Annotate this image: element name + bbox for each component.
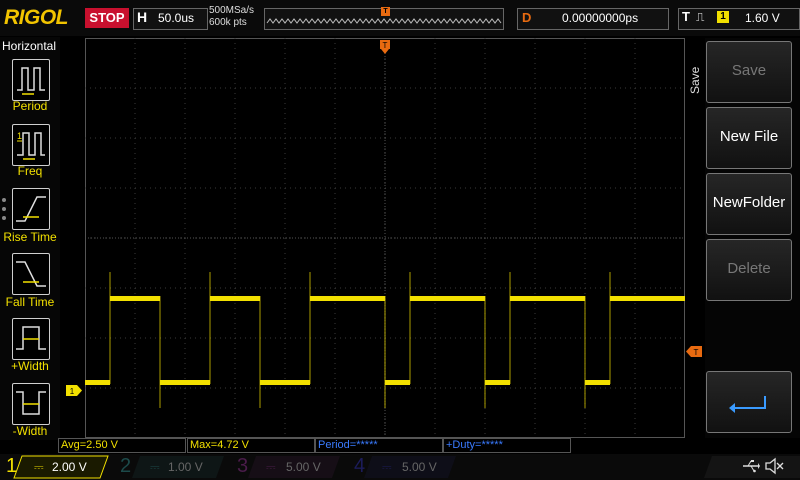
frequency-button[interactable]: 1: [12, 124, 50, 166]
negative-width-button[interactable]: [12, 383, 50, 425]
channel1-scale[interactable]: 2.00 V: [52, 460, 87, 474]
max-measurement-text: Max=4.72 V: [190, 439, 250, 451]
waveform-display[interactable]: [85, 38, 685, 438]
rising-edge-icon: ⎍: [696, 10, 705, 24]
channel1-offset-icon[interactable]: 1: [66, 383, 82, 396]
trigger-level-icon[interactable]: T: [686, 344, 702, 357]
channel2-scale[interactable]: 1.00 V: [168, 460, 203, 474]
period-measurement-text: Period=*****: [318, 439, 378, 451]
channel2-coupling-icon: ⎓: [150, 460, 160, 474]
save-softkey-label: Save: [731, 62, 767, 79]
return-softkey[interactable]: [706, 371, 792, 433]
delay-label: D: [522, 10, 532, 25]
avg-measurement-text: Avg=2.50 V: [61, 439, 118, 451]
save-softkey[interactable]: Save: [706, 41, 792, 103]
page-dot-icon: [2, 207, 6, 211]
trigger-label: T: [682, 9, 690, 24]
channel4-scale[interactable]: 5.00 V: [402, 460, 437, 474]
waveform-segment: [610, 296, 685, 301]
trigger-source-badge: 1: [717, 11, 729, 23]
period-icon: [17, 67, 45, 95]
negative-width-label: -Width: [12, 424, 48, 438]
save-menu-title: Save: [688, 66, 702, 94]
trigger-position-icon[interactable]: T: [380, 40, 390, 54]
run-stop-state[interactable]: STOP: [85, 8, 129, 28]
rise-time-button[interactable]: [12, 188, 50, 230]
positive-width-icon: [16, 326, 46, 350]
channel2-number[interactable]: 2: [120, 455, 131, 478]
waveform-segment: [310, 296, 385, 301]
waveform-segment: [85, 380, 110, 385]
trigger-position-marker[interactable]: T: [381, 7, 390, 16]
page-dot-icon: [2, 198, 6, 202]
waveform-segment: [410, 296, 485, 301]
trigger-level-text: T: [694, 348, 699, 357]
new-file-softkey[interactable]: New File: [706, 107, 792, 169]
delete-softkey[interactable]: Delete: [706, 239, 792, 301]
channel3-coupling-icon: ⎓: [266, 460, 276, 474]
avg-measurement[interactable]: Avg=2.50 V: [58, 438, 186, 453]
timebase-label: H: [137, 9, 148, 25]
trigger-level: 1.60 V: [745, 11, 780, 25]
new-file-softkey-label: New File: [719, 128, 779, 145]
waveform-segment: [210, 296, 260, 301]
brand-logo: RIGOL: [4, 6, 69, 29]
sample-rate: 500MSa/s: [209, 5, 255, 16]
waveform-segment: [260, 380, 310, 385]
usb-icon: [743, 460, 760, 473]
fall-time-icon: [16, 261, 46, 287]
channel1-number[interactable]: 1: [6, 455, 17, 478]
channel3-number[interactable]: 3: [237, 455, 248, 478]
duty-measurement-text: +Duty=*****: [446, 439, 503, 451]
memory-depth: 600k pts: [209, 17, 247, 28]
channel4-coupling-icon: ⎓: [382, 460, 392, 474]
frequency-icon: 1: [17, 131, 45, 160]
delete-softkey-label: Delete: [727, 260, 771, 277]
period-button[interactable]: [12, 59, 50, 101]
speaker-muted-icon[interactable]: [764, 457, 784, 475]
waveform-segment: [385, 380, 410, 385]
rise-time-label: Rise Time: [3, 230, 57, 244]
graticule: [85, 38, 685, 438]
new-folder-softkey[interactable]: NewFolder: [706, 173, 792, 235]
channel1-coupling-icon: ⎓: [34, 460, 44, 474]
delay-value: 0.00000000ps: [562, 11, 639, 25]
rise-time-icon: [16, 196, 46, 222]
period-measurement[interactable]: Period=*****: [315, 438, 443, 453]
return-arrow-icon: [729, 396, 766, 413]
measure-menu-title: Horizontal: [2, 39, 57, 53]
page-dot-icon: [2, 216, 6, 220]
svg-text:1: 1: [17, 131, 22, 141]
channel4-number[interactable]: 4: [354, 455, 365, 478]
timebase-value: 50.0us: [158, 11, 195, 25]
waveform-segment: [510, 296, 585, 301]
trigger-position-text: T: [383, 41, 388, 50]
new-folder-softkey-label: NewFolder: [712, 194, 786, 211]
channel3-scale[interactable]: 5.00 V: [286, 460, 321, 474]
channel1-offset-text: 1: [70, 387, 75, 396]
fall-time-label: Fall Time: [5, 295, 55, 309]
waveform-segment: [485, 380, 510, 385]
frequency-label: Freq: [17, 164, 43, 178]
max-measurement[interactable]: Max=4.72 V: [187, 438, 315, 453]
period-label: Period: [12, 99, 48, 113]
positive-width-label: +Width: [11, 359, 49, 373]
negative-width-icon: [16, 391, 46, 415]
positive-width-button[interactable]: [12, 318, 50, 360]
fall-time-button[interactable]: [12, 253, 50, 295]
waveform-segment: [110, 296, 160, 301]
waveform-segment: [585, 380, 610, 385]
waveform-segment: [160, 380, 210, 385]
duty-measurement[interactable]: +Duty=*****: [443, 438, 571, 453]
